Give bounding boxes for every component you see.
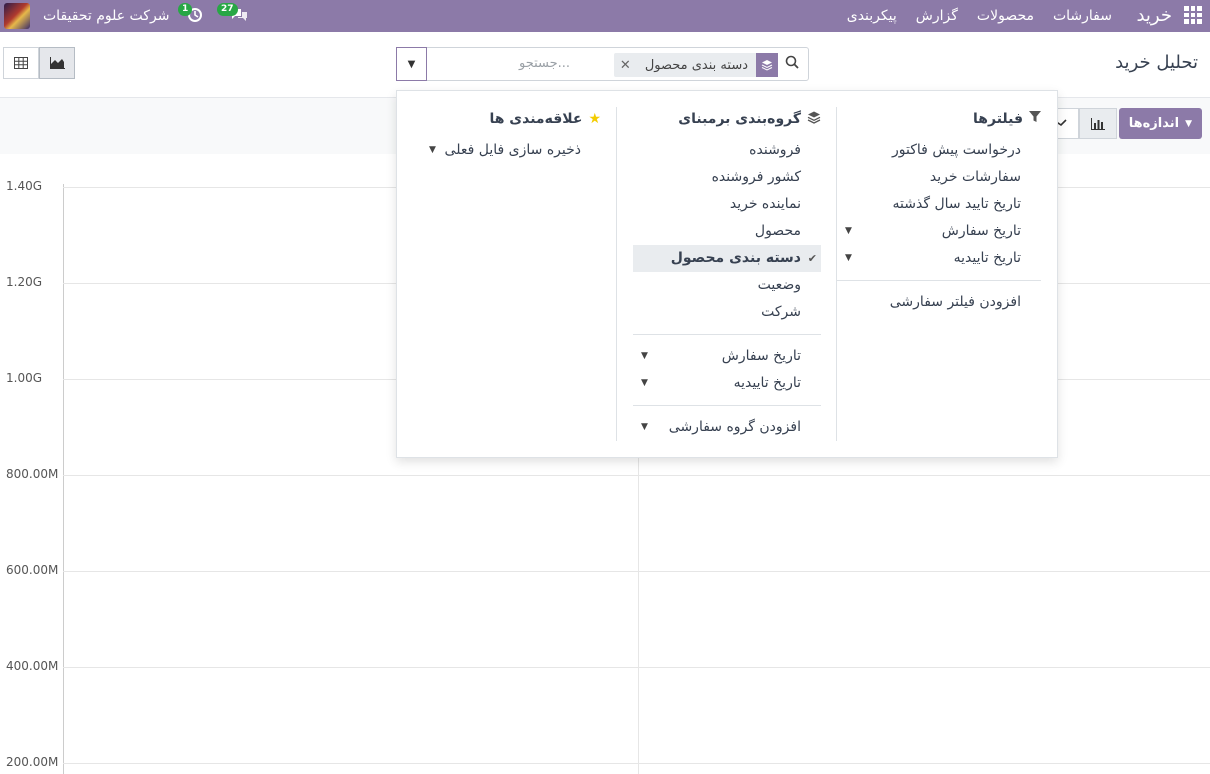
measures-label: اندازه‌ها (1128, 116, 1180, 131)
page-title: تحلیل خرید (1115, 52, 1198, 73)
y-tick-label: 1.20G (6, 275, 43, 289)
layers-icon (756, 53, 778, 77)
facet-value: دسته بندی محصول (644, 57, 748, 73)
main-menu: سفارشات محصولات گزارش پیکربندی (847, 8, 1112, 24)
caret-down-icon[interactable]: ▼ (641, 343, 648, 370)
filter-item-purchase-orders[interactable]: سفارشات خرید (837, 164, 1041, 191)
groupby-item-vendor[interactable]: فروشنده (633, 137, 821, 164)
chevron-down-icon: ▼ (1185, 118, 1192, 129)
divider (633, 334, 821, 335)
y-gridline (63, 763, 1210, 764)
caret-down-icon[interactable]: ▼ (641, 370, 648, 397)
search-options-toggle[interactable]: ▼ (396, 47, 427, 81)
groupby-item-product-category[interactable]: ✔ دسته بندی محصول (633, 245, 821, 272)
add-custom-filter[interactable]: افزودن فیلتر سفارشی (837, 289, 1041, 316)
filters-heading: فیلترها (837, 107, 1041, 131)
menu-item-reporting[interactable]: گزارش (916, 8, 958, 24)
bar-chart-button[interactable] (1079, 108, 1117, 139)
measures-button[interactable]: اندازه‌ها ▼ (1118, 108, 1202, 139)
groupby-heading: گروه‌بندی برمبنای (633, 107, 821, 131)
y-gridline (63, 475, 1210, 476)
groupby-item-confirmation-date[interactable]: تاریخ تاییدیه ▼ (633, 370, 821, 397)
caret-down-icon[interactable]: ▼ (845, 245, 852, 272)
filter-item-rfq[interactable]: درخواست پیش فاکتور (837, 137, 1041, 164)
groupby-item-status[interactable]: وضعیت (633, 272, 821, 299)
caret-down-icon[interactable]: ▼ (641, 414, 648, 441)
groupby-item-product[interactable]: محصول (633, 218, 821, 245)
y-tick-label: 200.00M (6, 755, 59, 769)
facet-remove-button[interactable]: ✕ (614, 58, 637, 73)
favorites-column: ★ علاقه‌مندی ها ذخیره سازی فایل فعلی ▼ (421, 107, 601, 164)
filters-column: فیلترها درخواست پیش فاکتور سفارشات خرید … (837, 107, 1041, 316)
column-divider (836, 107, 837, 441)
y-tick-label: 600.00M (6, 563, 59, 577)
menu-item-orders[interactable]: سفارشات (1053, 8, 1112, 24)
filter-icon (1029, 111, 1041, 127)
y-tick-label: 400.00M (6, 659, 59, 673)
messages-badge: 27 (217, 3, 238, 16)
graph-view-button[interactable] (39, 47, 75, 79)
bar-chart-icon (1091, 117, 1105, 130)
control-panel: تحلیل خرید ▼ جستجو... دسته بندی محصول ✕ (0, 32, 1210, 98)
menu-item-products[interactable]: محصولات (977, 8, 1034, 24)
search-bar: ▼ جستجو... دسته بندی محصول ✕ (396, 47, 809, 81)
search-icon[interactable] (785, 55, 799, 73)
user-avatar[interactable] (4, 3, 30, 29)
caret-down-icon[interactable]: ▼ (429, 137, 436, 164)
y-tick-label: 1.40G (6, 179, 43, 193)
groupby-item-company[interactable]: شرکت (633, 299, 821, 326)
filter-item-order-date[interactable]: تاریخ سفارش ▼ (837, 218, 1041, 245)
add-custom-group[interactable]: افزودن گروه سفارشی ▼ (633, 414, 821, 441)
y-tick-label: 1.00G (6, 371, 43, 385)
y-tick-label: 800.00M (6, 467, 59, 481)
save-current-search[interactable]: ذخیره سازی فایل فعلی ▼ (421, 137, 601, 164)
top-navbar: خرید سفارشات محصولات گزارش پیکربندی شرکت… (0, 0, 1210, 32)
y-gridline (63, 667, 1210, 668)
groupby-item-order-date[interactable]: تاریخ سفارش ▼ (633, 343, 821, 370)
layers-icon (807, 111, 821, 128)
table-grid-icon (14, 57, 28, 69)
checkmark-icon: ✔ (807, 252, 817, 265)
pivot-view-button[interactable] (3, 47, 39, 79)
caret-down-icon[interactable]: ▼ (845, 218, 852, 245)
app-brand[interactable]: خرید (1136, 5, 1172, 26)
divider (837, 280, 1041, 281)
search-options-dropdown: فیلترها درخواست پیش فاکتور سفارشات خرید … (396, 90, 1058, 458)
y-axis (63, 184, 64, 774)
favorites-heading: ★ علاقه‌مندی ها (489, 111, 601, 127)
groupby-item-purchase-rep[interactable]: نماینده خرید (633, 191, 821, 218)
apps-menu-icon[interactable] (1184, 6, 1202, 24)
search-facet: دسته بندی محصول ✕ (613, 53, 778, 77)
filter-item-last-year-approval[interactable]: تاریخ تایید سال گذشته (837, 191, 1041, 218)
divider (633, 405, 821, 406)
column-divider (616, 107, 617, 441)
area-chart-icon (49, 57, 65, 69)
y-gridline (63, 571, 1210, 572)
groupby-item-vendor-country[interactable]: کشور فروشنده (633, 164, 821, 191)
view-switcher (3, 47, 75, 79)
groupby-column: گروه‌بندی برمبنای فروشنده کشور فروشنده ن… (633, 107, 821, 441)
filter-item-confirmation-date[interactable]: تاریخ تاییدیه ▼ (837, 245, 1041, 272)
menu-item-configuration[interactable]: پیکربندی (847, 8, 897, 24)
star-icon: ★ (588, 111, 601, 127)
company-switcher[interactable]: شرکت علوم تحقیقات (43, 8, 169, 24)
activity-badge: 1 (178, 3, 193, 16)
search-input[interactable]: جستجو... (519, 56, 570, 71)
